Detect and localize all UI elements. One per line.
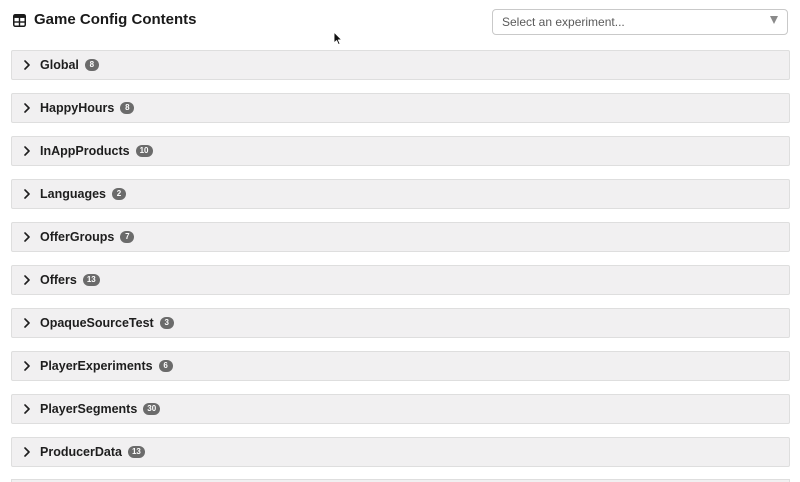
section-name: PlayerExperiments <box>40 359 153 373</box>
section-row[interactable]: OfferGroups 7 <box>11 222 790 252</box>
section-row[interactable]: Global 8 <box>11 50 790 80</box>
chevron-right-icon <box>24 404 30 414</box>
chevron-right-icon <box>24 447 30 457</box>
section-row[interactable]: PlayerSegments 30 <box>11 394 790 424</box>
title-area: Game Config Contents <box>13 11 197 29</box>
section-name: Languages <box>40 187 106 201</box>
count-badge: 13 <box>82 274 100 286</box>
page-header: Game Config Contents Select an experimen… <box>0 0 800 44</box>
caret-down-icon <box>770 16 778 24</box>
count-badge: 2 <box>112 188 126 200</box>
section-row[interactable]: PlayerExperiments 6 <box>11 351 790 381</box>
chevron-right-icon <box>24 60 30 70</box>
count-badge: 6 <box>158 360 173 372</box>
count-badge: 13 <box>127 446 145 458</box>
chevron-right-icon <box>24 103 30 113</box>
table-icon <box>13 13 26 27</box>
count-badge: 10 <box>135 145 153 157</box>
chevron-right-icon <box>24 318 30 328</box>
section-row[interactable]: OpaqueSourceTest 3 <box>11 308 790 338</box>
section-name: HappyHours <box>40 101 115 115</box>
count-badge: 3 <box>159 317 174 329</box>
section-name: OfferGroups <box>40 230 115 244</box>
section-name: Offers <box>40 273 77 287</box>
section-row[interactable]: ProducerData 13 <box>11 437 790 467</box>
count-badge: 30 <box>143 403 161 415</box>
section-row[interactable]: Languages 2 <box>11 179 790 209</box>
page-title: Game Config Contents <box>34 11 197 28</box>
section-name: Global <box>40 58 79 72</box>
section-name: ProducerData <box>40 445 122 459</box>
section-row[interactable]: HappyHours 8 <box>11 93 790 123</box>
chevron-right-icon <box>24 232 30 242</box>
config-sections-list: Global 8 HappyHours 8 InAppProducts 10 L… <box>11 50 790 482</box>
chevron-right-icon <box>24 361 30 371</box>
count-badge: 8 <box>120 102 135 114</box>
count-badge: 8 <box>84 59 99 71</box>
chevron-right-icon <box>24 275 30 285</box>
count-badge: 7 <box>120 231 135 243</box>
experiment-select-placeholder: Select an experiment... <box>502 15 625 29</box>
chevron-right-icon <box>24 146 30 156</box>
section-row[interactable]: Offers 13 <box>11 265 790 295</box>
game-config-page: Game Config Contents Select an experimen… <box>0 0 800 482</box>
section-name: PlayerSegments <box>40 402 138 416</box>
chevron-right-icon <box>24 189 30 199</box>
section-name: InAppProducts <box>40 144 130 158</box>
section-row[interactable]: InAppProducts 10 <box>11 136 790 166</box>
experiment-select[interactable]: Select an experiment... <box>492 9 788 35</box>
section-name: OpaqueSourceTest <box>40 316 154 330</box>
mouse-cursor-icon <box>333 31 343 46</box>
